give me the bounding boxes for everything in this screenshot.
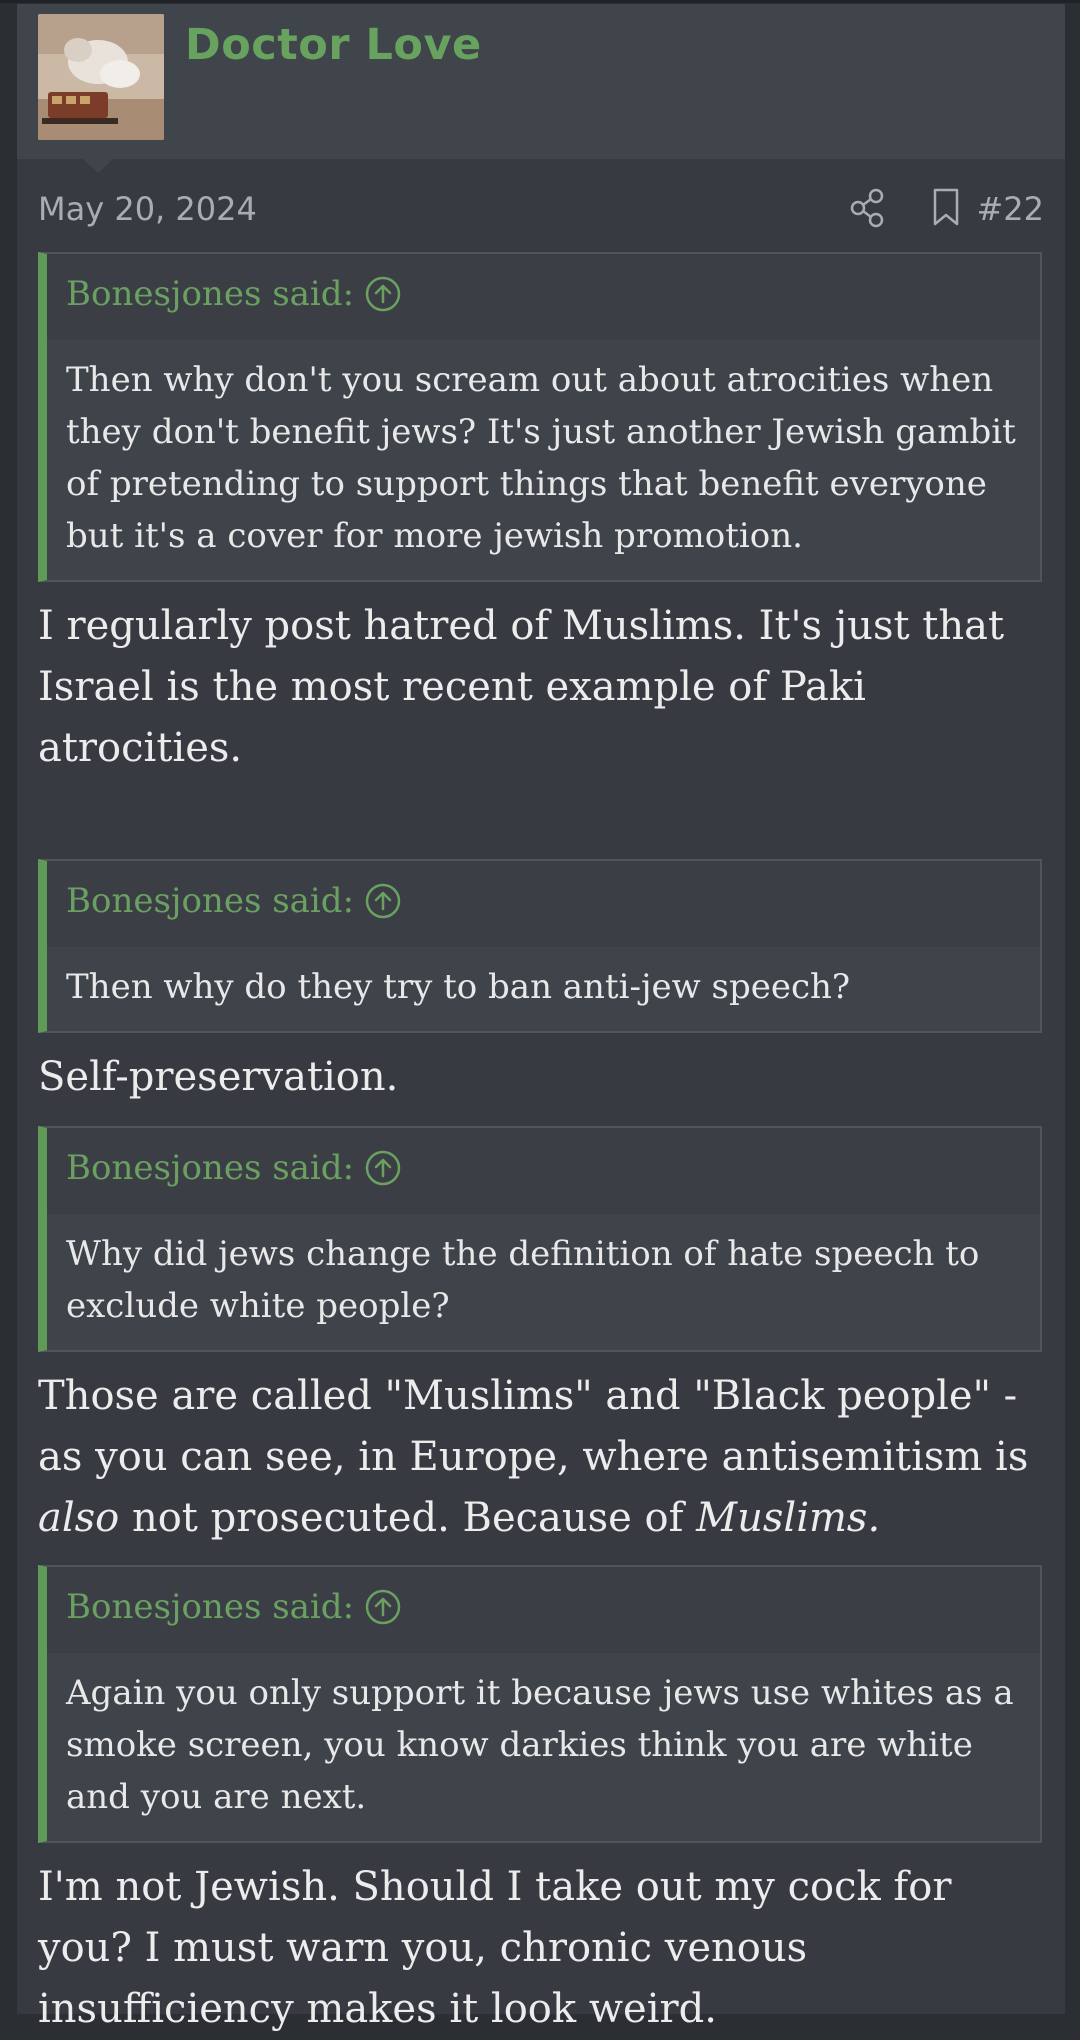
arrow-up-circle-icon[interactable]: [365, 276, 401, 312]
quote-header: Bonesjones said:: [47, 861, 1040, 947]
quote-text: Then why don't you scream out about atro…: [66, 360, 1016, 556]
top-border: [0, 0, 1080, 3]
post-date[interactable]: May 20, 2024: [38, 190, 257, 228]
reply-text: I regularly post hatred of Muslims. It's…: [38, 596, 1048, 779]
reply-text: Self-preservation.: [38, 1047, 1048, 1108]
arrow-up-circle-icon[interactable]: [365, 1150, 401, 1186]
quote-text: Again you only support it because jews u…: [66, 1673, 1014, 1817]
bookmark-icon[interactable]: [926, 184, 966, 232]
user-avatar[interactable]: [38, 14, 164, 140]
quote-block: Bonesjones said: Then why do they try to…: [38, 859, 1042, 1033]
quote-header: Bonesjones said:: [47, 254, 1040, 340]
reply-text-span: Self-preservation.: [38, 1054, 399, 1100]
quote-block: Bonesjones said: Why did jews change the…: [38, 1126, 1042, 1352]
arrow-up-circle-icon[interactable]: [365, 1589, 401, 1625]
reply-text-span: Those are called "Muslims" and "Black pe…: [38, 1373, 1029, 1480]
username-link[interactable]: Doctor Love: [185, 20, 482, 70]
reply-text-span: I'm not Jewish. Should I take out my coc…: [38, 1864, 952, 2032]
reply-emphasis: Muslims.: [696, 1495, 881, 1541]
reply-text: I'm not Jewish. Should I take out my coc…: [38, 1857, 1048, 2040]
post-meta-row: May 20, 2024 #22: [38, 184, 1044, 234]
reply-text-span: not prosecuted. Because of: [119, 1495, 697, 1541]
quote-author-link[interactable]: Bonesjones said:: [66, 274, 354, 314]
forum-post: Doctor Love May 20, 2024 #22 Bonesjones …: [16, 4, 1066, 2032]
post-number-link[interactable]: #22: [976, 190, 1044, 228]
quote-text: Why did jews change the definition of ha…: [66, 1234, 980, 1326]
quote-block: Bonesjones said: Then why don't you scre…: [38, 252, 1042, 582]
arrow-up-circle-icon[interactable]: [365, 883, 401, 919]
share-icon[interactable]: [848, 184, 888, 232]
quote-text: Then why do they try to ban anti-jew spe…: [66, 967, 851, 1007]
quote-block: Bonesjones said: Again you only support …: [38, 1565, 1042, 1843]
quote-author-link[interactable]: Bonesjones said:: [66, 881, 354, 921]
post-user-header: Doctor Love: [17, 4, 1065, 159]
reply-emphasis: also: [38, 1495, 120, 1541]
post-content: Bonesjones said: Then why don't you scre…: [38, 252, 1044, 2040]
quote-author-link[interactable]: Bonesjones said:: [66, 1148, 354, 1188]
reply-text: Those are called "Muslims" and "Black pe…: [38, 1366, 1048, 1549]
quote-header: Bonesjones said:: [47, 1128, 1040, 1214]
quote-header: Bonesjones said:: [47, 1567, 1040, 1653]
header-notch: [83, 159, 113, 173]
reply-text-span: I regularly post hatred of Muslims. It's…: [38, 603, 1005, 771]
quote-author-link[interactable]: Bonesjones said:: [66, 1587, 354, 1627]
